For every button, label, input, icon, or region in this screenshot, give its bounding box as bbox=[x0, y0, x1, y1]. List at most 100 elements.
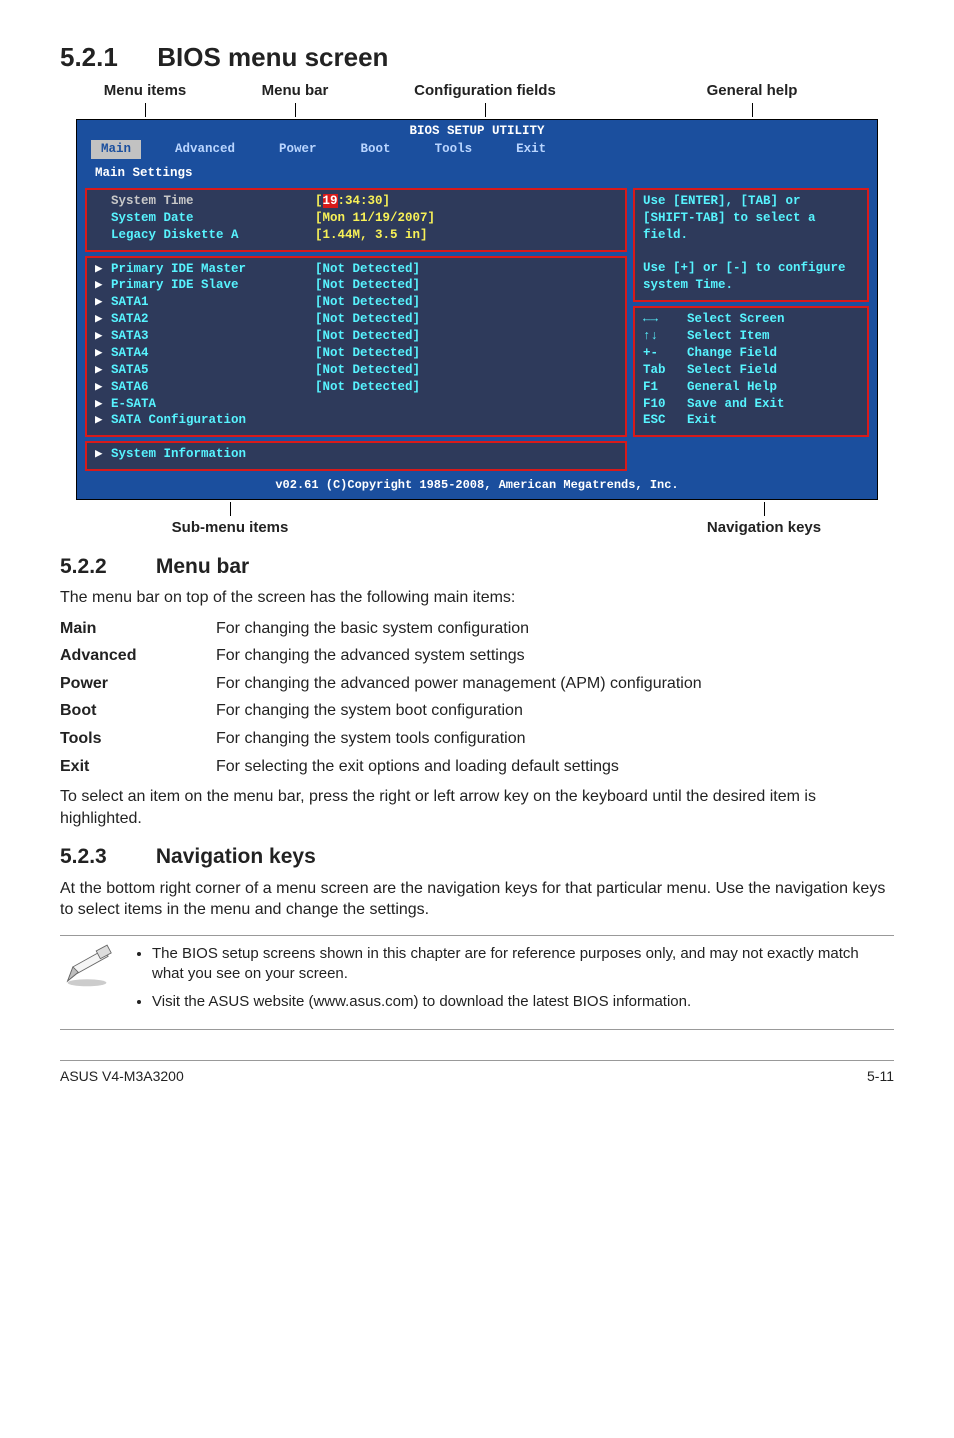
help-key-row: TabSelect Field bbox=[643, 362, 859, 379]
help-key-desc: Select Field bbox=[687, 362, 777, 379]
field-label[interactable]: System Time bbox=[111, 193, 315, 210]
field-label: SATA Configuration bbox=[111, 412, 315, 429]
field-label[interactable]: Legacy Diskette A bbox=[111, 227, 315, 244]
bottom-annotation-row: Sub-menu items Navigation keys bbox=[60, 502, 894, 538]
paragraph: The menu bar on top of the screen has th… bbox=[60, 587, 894, 609]
section-number: 5.2.2 bbox=[60, 553, 150, 581]
help-key: F1 bbox=[643, 379, 687, 396]
triangle-right-icon: ▶ bbox=[95, 311, 111, 328]
help-key-row: ↑↓Select Item bbox=[643, 328, 859, 345]
field-label[interactable]: System Date bbox=[111, 210, 315, 227]
annotation-label: Menu bar bbox=[230, 81, 360, 101]
bios-item-row[interactable]: ▶SATA5[Not Detected] bbox=[95, 362, 617, 379]
field-label: Primary IDE Master bbox=[111, 261, 315, 278]
bios-tab-tools[interactable]: Tools bbox=[425, 140, 483, 159]
help-key-desc: Save and Exit bbox=[687, 396, 785, 413]
section-heading-522: 5.2.2 Menu bar bbox=[60, 553, 894, 581]
help-key-desc: Exit bbox=[687, 412, 717, 429]
annotation-tick bbox=[764, 502, 765, 516]
triangle-right-icon: ▶ bbox=[95, 379, 111, 396]
bios-tab-exit[interactable]: Exit bbox=[506, 140, 556, 159]
note-pencil-icon bbox=[60, 944, 114, 995]
help-key: F10 bbox=[643, 396, 687, 413]
bios-screenshot: BIOS SETUP UTILITY Main Advanced Power B… bbox=[76, 119, 878, 500]
bios-tab-main[interactable]: Main bbox=[91, 140, 141, 159]
page-footer: ASUS V4-M3A3200 5-11 bbox=[60, 1060, 894, 1086]
bios-left-panel-top: System Time [19:34:30] System Date [Mon … bbox=[85, 188, 627, 252]
help-text: Use [ENTER], [TAB] or [SHIFT-TAB] to sel… bbox=[643, 193, 859, 294]
field-label: E-SATA bbox=[111, 396, 315, 413]
bios-item-row[interactable]: ▶SATA4[Not Detected] bbox=[95, 345, 617, 362]
help-key-desc: Select Screen bbox=[687, 311, 785, 328]
help-key: Tab bbox=[643, 362, 687, 379]
bios-tab-advanced[interactable]: Advanced bbox=[165, 140, 245, 159]
submenu-item[interactable]: System Information bbox=[111, 446, 315, 463]
table-row: ToolsFor changing the system tools confi… bbox=[60, 725, 708, 753]
paragraph: At the bottom right corner of a menu scr… bbox=[60, 878, 894, 921]
help-key-row: F10Save and Exit bbox=[643, 396, 859, 413]
bios-left-panel-mid: ▶Primary IDE Master[Not Detected]▶Primar… bbox=[85, 256, 627, 438]
bios-item-row[interactable]: ▶SATA6[Not Detected] bbox=[95, 379, 617, 396]
field-value[interactable]: [1.44M, 3.5 in] bbox=[315, 227, 617, 244]
table-row: BootFor changing the system boot configu… bbox=[60, 697, 708, 725]
field-value bbox=[315, 396, 617, 413]
field-value: [Not Detected] bbox=[315, 294, 617, 311]
bios-item-row[interactable]: ▶SATA1[Not Detected] bbox=[95, 294, 617, 311]
table-key: Advanced bbox=[60, 642, 216, 670]
section-title: Navigation keys bbox=[156, 845, 316, 868]
annotation-label: General help bbox=[610, 81, 894, 101]
table-desc: For changing the system tools configurat… bbox=[216, 725, 708, 753]
field-value: [Not Detected] bbox=[315, 311, 617, 328]
bios-item-row[interactable]: ▶Primary IDE Slave[Not Detected] bbox=[95, 277, 617, 294]
section-title: Menu bar bbox=[156, 555, 249, 578]
annotation-tick bbox=[485, 103, 486, 117]
help-key-row: F1General Help bbox=[643, 379, 859, 396]
section-heading-521: 5.2.1 BIOS menu screen bbox=[60, 40, 894, 75]
bios-item-row[interactable]: ▶Primary IDE Master[Not Detected] bbox=[95, 261, 617, 278]
section-heading-523: 5.2.3 Navigation keys bbox=[60, 843, 894, 871]
annotation-tick bbox=[145, 103, 146, 117]
annotation-tick bbox=[295, 103, 296, 117]
field-value: [Not Detected] bbox=[315, 261, 617, 278]
triangle-right-icon: ▶ bbox=[95, 362, 111, 379]
bios-item-row[interactable]: ▶SATA Configuration bbox=[95, 412, 617, 429]
triangle-right-icon: ▶ bbox=[95, 328, 111, 345]
menu-description-table: MainFor changing the basic system config… bbox=[60, 615, 708, 781]
bios-tab-boot[interactable]: Boot bbox=[351, 140, 401, 159]
triangle-right-icon: ▶ bbox=[95, 446, 111, 463]
note-text: The BIOS setup screens shown in this cha… bbox=[130, 944, 894, 1021]
table-row: MainFor changing the basic system config… bbox=[60, 615, 708, 643]
help-key-row: +-Change Field bbox=[643, 345, 859, 362]
field-value[interactable]: [19:34:30] bbox=[315, 193, 617, 210]
table-desc: For changing the advanced power manageme… bbox=[216, 670, 708, 698]
annotation-label: Configuration fields bbox=[360, 81, 610, 101]
note-bullet: Visit the ASUS website (www.asus.com) to… bbox=[152, 992, 894, 1012]
triangle-right-icon: ▶ bbox=[95, 396, 111, 413]
table-key: Power bbox=[60, 670, 216, 698]
table-desc: For selecting the exit options and loadi… bbox=[216, 753, 708, 781]
bios-tab-power[interactable]: Power bbox=[269, 140, 327, 159]
field-label: SATA6 bbox=[111, 379, 315, 396]
annotation-label: Navigation keys bbox=[664, 518, 864, 538]
bios-item-row[interactable]: ▶E-SATA bbox=[95, 396, 617, 413]
help-key: +- bbox=[643, 345, 687, 362]
annotation-label: Sub-menu items bbox=[130, 518, 330, 538]
field-value: [Not Detected] bbox=[315, 328, 617, 345]
triangle-right-icon: ▶ bbox=[95, 294, 111, 311]
annotation-label: Menu items bbox=[60, 81, 230, 101]
help-key: ESC bbox=[643, 412, 687, 429]
table-key: Tools bbox=[60, 725, 216, 753]
help-key-desc: Select Item bbox=[687, 328, 770, 345]
field-value[interactable]: [Mon 11/19/2007] bbox=[315, 210, 617, 227]
paragraph: To select an item on the menu bar, press… bbox=[60, 786, 894, 829]
bios-item-row[interactable]: ▶SATA3[Not Detected] bbox=[95, 328, 617, 345]
field-value bbox=[315, 412, 617, 429]
field-value: [Not Detected] bbox=[315, 345, 617, 362]
top-annotation-row: Menu items Menu bar Configuration fields… bbox=[60, 81, 894, 117]
field-label: SATA4 bbox=[111, 345, 315, 362]
table-key: Exit bbox=[60, 753, 216, 781]
bios-item-row[interactable]: ▶SATA2[Not Detected] bbox=[95, 311, 617, 328]
field-label: SATA2 bbox=[111, 311, 315, 328]
table-row: AdvancedFor changing the advanced system… bbox=[60, 642, 708, 670]
help-key-desc: Change Field bbox=[687, 345, 777, 362]
